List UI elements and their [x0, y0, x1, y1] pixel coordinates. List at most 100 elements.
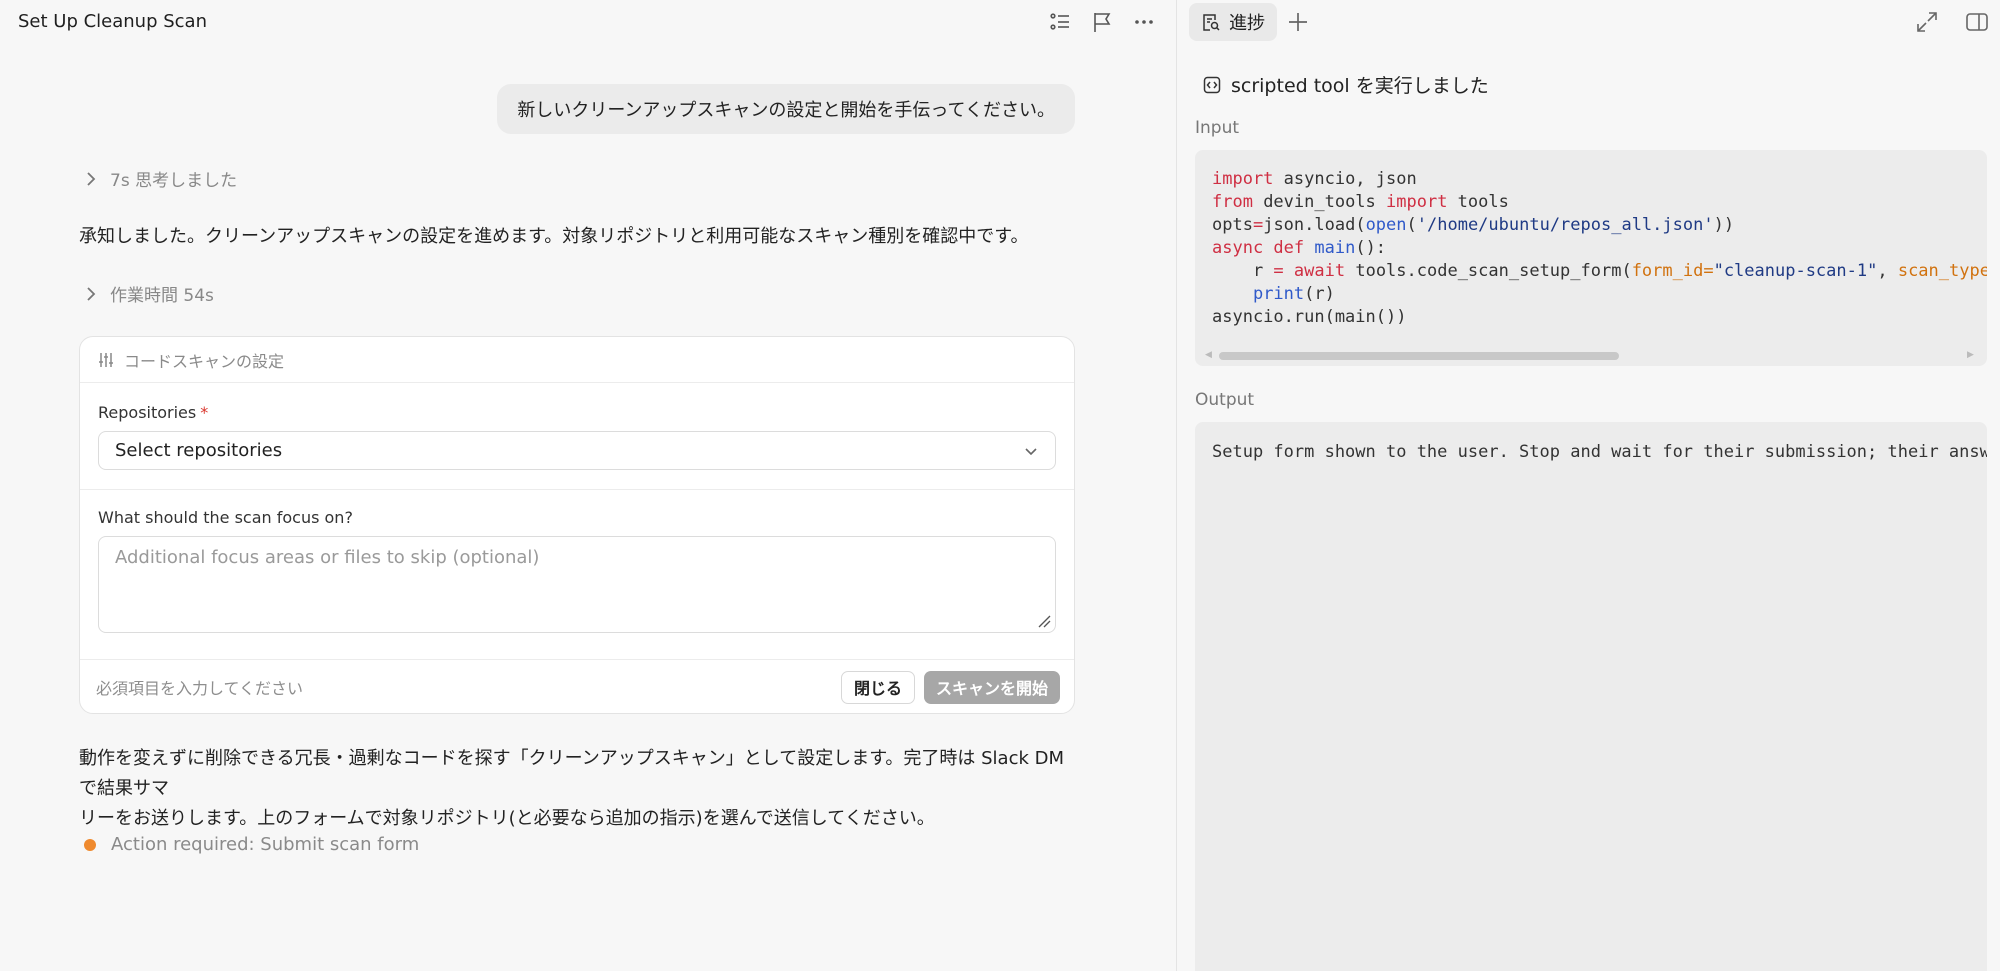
tool-run-text: scripted tool を実行しました: [1231, 75, 1489, 97]
scan-setup-form: コードスキャンの設定 Repositories * Select reposito…: [79, 336, 1075, 714]
code-token: ,: [1877, 261, 1898, 281]
assistant-message: 承知しました。クリーンアップスキャンの設定を進めます。対象リポジトリと利用可能な…: [79, 226, 1029, 247]
plus-icon[interactable]: [1285, 9, 1311, 35]
code-token: import: [1212, 169, 1274, 189]
start-scan-button[interactable]: スキャンを開始: [923, 670, 1060, 704]
required-marker: *: [200, 403, 209, 422]
chat-pane: Set Up Cleanup Scan 新しいクリーンアップスキャンの設定と開始…: [0, 0, 1176, 971]
close-button[interactable]: 閉じる: [840, 670, 915, 704]
code-token: json.load(: [1263, 215, 1366, 235]
form-header: コードスキャンの設定: [80, 337, 1074, 383]
repositories-label: Repositories *: [98, 403, 1056, 422]
code-icon: [1203, 76, 1221, 93]
code-token: asyncio, json: [1273, 169, 1417, 189]
repositories-select[interactable]: Select repositories: [98, 431, 1056, 470]
thought-toggle[interactable]: 7s 思考しました: [82, 166, 237, 191]
output-label: Output: [1195, 390, 1255, 410]
code-token: async def: [1212, 238, 1305, 258]
code-token: main: [1314, 238, 1356, 258]
assistant-summary: 動作を変えずに削除できる冗長・過剰なコードを探す「クリーンアップスキャン」として…: [79, 744, 1079, 834]
work-time-label: 作業時間 54s: [110, 286, 214, 306]
repositories-select-value: Select repositories: [115, 440, 283, 461]
chat-header: Set Up Cleanup Scan: [0, 0, 1176, 44]
scrollbar-thumb[interactable]: [1219, 352, 1619, 360]
code-line-2: from devin_tools import tools: [1212, 192, 1509, 212]
code-token: )): [1713, 215, 1735, 235]
code-line-5: r = await tools.code_scan_setup_form(for…: [1212, 261, 1987, 281]
input-label: Input: [1195, 118, 1240, 138]
form-footer: 必須項目を入力してください 閉じる スキャンを開始: [80, 660, 1074, 714]
status-dot: [84, 838, 96, 851]
code-token: form_id=: [1631, 261, 1714, 281]
code-token: "cleanup-scan-1": [1713, 261, 1878, 281]
focus-placeholder: Additional focus areas or files to skip …: [115, 547, 540, 568]
chevron-right-icon: [87, 286, 96, 301]
code-line-7: asyncio.run(main()): [1212, 307, 1407, 327]
code-token: (: [1406, 215, 1417, 235]
pane-actions: [1914, 9, 1990, 35]
code-token: import: [1386, 192, 1448, 212]
list-icon[interactable]: [1048, 10, 1072, 34]
resize-handle-icon[interactable]: [1037, 614, 1051, 628]
code-line-4: async def main():: [1212, 238, 1386, 258]
code-token: await: [1293, 261, 1346, 281]
action-required-status: Action required: Submit scan form: [84, 834, 419, 855]
user-message: 新しいクリーンアップスキャンの設定と開始を手伝ってください。: [497, 84, 1075, 134]
code-token: print: [1252, 284, 1305, 304]
code-token: =: [1273, 261, 1284, 281]
action-required-text: Action required: Submit scan form: [111, 834, 420, 855]
code-token: devin_tools: [1252, 192, 1387, 212]
page-title: Set Up Cleanup Scan: [18, 11, 207, 32]
summary-line-2: リーをお送りします。上のフォームで対象リポジトリ(と必要なら追加の指示)を選んで…: [79, 808, 935, 829]
thought-label: 7s 思考しました: [110, 171, 238, 191]
chevron-right-icon: [87, 171, 96, 186]
focus-section: What should the scan focus on? Additiona…: [80, 490, 1074, 660]
code-token: ():: [1355, 238, 1387, 258]
summary-line-1: 動作を変えずに削除できる冗長・過剰なコードを探す「クリーンアップスキャン」として…: [79, 748, 1065, 799]
repositories-label-text: Repositories: [98, 403, 197, 422]
chevron-down-icon: [1025, 447, 1037, 455]
code-token: =: [1252, 215, 1264, 235]
output-text: Setup form shown to the user. Stop and w…: [1212, 442, 1987, 462]
repositories-section: Repositories * Select repositories: [80, 383, 1074, 490]
sidebar-toggle-icon[interactable]: [1964, 9, 1990, 35]
code-token: r: [1212, 261, 1274, 281]
code-token: from: [1212, 192, 1253, 212]
code-line-1: import asyncio, json: [1212, 169, 1417, 189]
tab-progress[interactable]: 進捗: [1189, 3, 1277, 41]
tab-progress-label: 進捗: [1229, 13, 1265, 34]
code-token: tools: [1447, 192, 1509, 212]
work-time-toggle[interactable]: 作業時間 54s: [82, 281, 214, 306]
focus-textarea[interactable]: Additional focus areas or files to skip …: [98, 536, 1056, 633]
code-token: tools.code_scan_setup_form(: [1345, 261, 1632, 281]
output-block[interactable]: Setup form shown to the user. Stop and w…: [1195, 422, 1987, 971]
progress-pane: 進捗 scripted tool を実行しました Input import as…: [1177, 0, 2000, 971]
input-code-block[interactable]: import asyncio, json from devin_tools im…: [1195, 150, 1987, 366]
sliders-icon: [99, 352, 113, 367]
code-token: scan_type: [1897, 261, 1987, 281]
expand-icon[interactable]: [1914, 9, 1940, 35]
flag-icon[interactable]: [1090, 10, 1114, 34]
scroll-left-icon[interactable]: ◀: [1205, 350, 1215, 360]
more-icon[interactable]: [1132, 10, 1156, 34]
horizontal-scrollbar[interactable]: ◀ ▶: [1205, 350, 1977, 360]
code-token: (r): [1304, 284, 1335, 304]
form-buttons: 閉じる スキャンを開始: [840, 670, 1060, 704]
code-token: '/home/ubuntu/repos_all.json': [1416, 215, 1714, 235]
scroll-right-icon[interactable]: ▶: [1967, 350, 1977, 360]
required-hint: 必須項目を入力してください: [96, 679, 304, 698]
code-token: opts: [1212, 215, 1253, 235]
form-title: コードスキャンの設定: [124, 351, 285, 371]
document-search-icon: [1203, 14, 1220, 31]
header-actions: [1048, 10, 1156, 34]
code-text: import asyncio, json from devin_tools im…: [1195, 150, 1987, 329]
tool-run-title: scripted tool を実行しました: [1203, 71, 1489, 98]
code-line-6: print(r): [1212, 284, 1335, 304]
code-token: open: [1365, 215, 1407, 235]
focus-label: What should the scan focus on?: [98, 508, 353, 527]
code-line-3: opts=json.load(open('/home/ubuntu/repos_…: [1212, 215, 1734, 235]
user-message-text: 新しいクリーンアップスキャンの設定と開始を手伝ってください。: [517, 100, 1055, 121]
